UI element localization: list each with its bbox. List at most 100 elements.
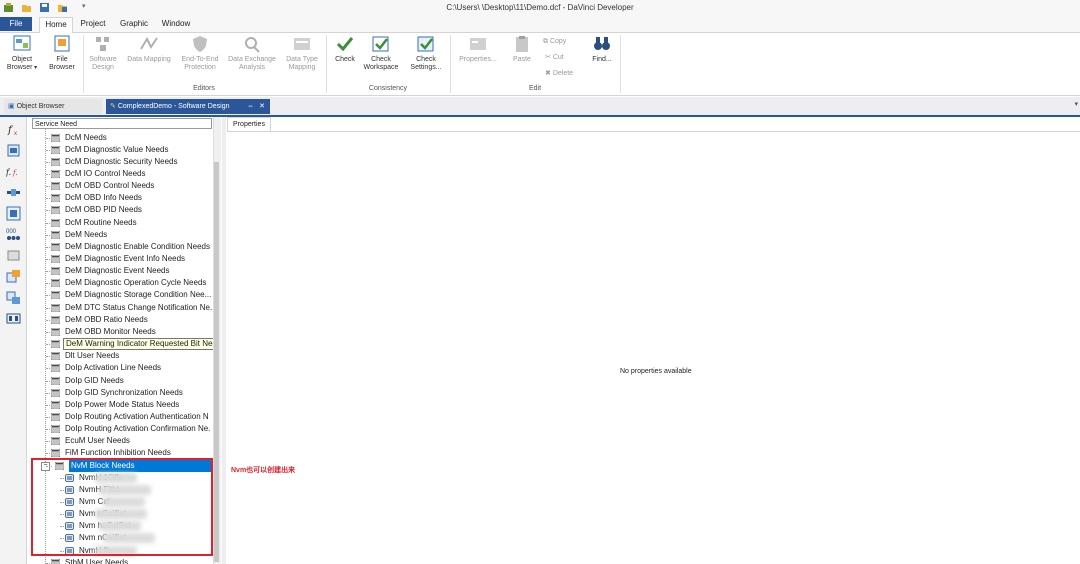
data-type-icon <box>294 38 310 50</box>
tree-item-label: DeM Diagnostic Enable Condition Needs <box>65 241 210 251</box>
ribbon-separator <box>83 35 84 93</box>
pin-icon[interactable]: ⇔ <box>247 99 254 114</box>
find-button[interactable]: Find... <box>588 35 616 64</box>
data-exchange-label-1: Data Exchange <box>228 56 276 63</box>
service-need-icon <box>51 206 60 215</box>
no-properties-message: No properties available <box>620 368 692 375</box>
connector-icon[interactable] <box>6 185 21 200</box>
module-icon[interactable] <box>6 311 21 326</box>
check-settings-icon <box>417 36 434 52</box>
interface-icon[interactable] <box>6 248 21 263</box>
object-browser-tab-icon: ▣ <box>8 103 15 110</box>
editor-toolbar: fx f. f. 000 <box>0 117 27 564</box>
data-mapping-icon <box>140 36 158 50</box>
tree-item-label: DoIp Power Mode Status Needs <box>65 399 180 409</box>
tab-file[interactable]: File <box>0 17 32 31</box>
tab-software-design[interactable]: ✎ ComplexedDemo - Software Design ⇔ ✕ <box>106 99 270 114</box>
service-icon[interactable] <box>6 269 21 284</box>
properties-button[interactable]: Properties... <box>454 35 502 64</box>
object-browser-label-1: Object <box>11 56 33 63</box>
tab-overflow-icon[interactable]: ▾ <box>1074 100 1078 108</box>
component-icon[interactable] <box>6 143 21 158</box>
close-icon[interactable]: ✕ <box>259 99 265 114</box>
tab-graphic[interactable]: Graphic <box>117 17 151 31</box>
service-need-icon <box>51 400 60 409</box>
data-type-mapping-button[interactable]: Data Type Mapping <box>282 35 322 72</box>
properties-panel: Properties No properties available <box>227 117 1080 564</box>
tree-item-label: StbM User Needs <box>65 557 129 564</box>
e2e-protection-button[interactable]: End-To-End Protection <box>178 35 222 72</box>
service-need-icon <box>51 218 60 227</box>
svg-text:000: 000 <box>6 229 17 235</box>
service-need-icon <box>51 230 60 239</box>
service-need-icon <box>51 425 60 434</box>
tree-item-label: EcuM User Needs <box>65 436 130 446</box>
check-settings-button[interactable]: Check Settings... <box>406 35 446 72</box>
software-design-button[interactable]: Software Design <box>86 35 120 72</box>
tab-window[interactable]: Window <box>159 17 193 31</box>
check-workspace-label-1: Check <box>371 56 391 63</box>
editors-group-label: Editors <box>193 85 215 92</box>
window-title: C:\Users\ \Desktop\11\Demo.dcf - DaVinci… <box>446 3 634 12</box>
software-design-tab-icon: ✎ <box>110 103 116 110</box>
function-icon[interactable]: fx <box>6 122 21 137</box>
check-icon <box>336 37 354 52</box>
tab-software-design-label: ComplexedDemo - Software Design <box>117 103 230 110</box>
tree-scrollbar-thumb[interactable] <box>214 162 219 562</box>
tab-properties[interactable]: Properties <box>227 117 271 132</box>
svg-text:f.: f. <box>6 168 11 177</box>
data-type-mapping-label-1: Data Type <box>286 56 318 63</box>
copy-button[interactable]: ⧉ Copy <box>543 38 566 46</box>
properties-button-label: Properties... <box>459 56 497 63</box>
tree-item-label: DcM Diagnostic Value Needs <box>65 144 169 154</box>
grid-icon[interactable]: 000 <box>6 227 21 242</box>
service-need-icon <box>51 169 60 178</box>
cut-button[interactable]: ✂ Cut <box>545 53 564 61</box>
svg-text:f.: f. <box>12 169 18 177</box>
panel-splitter[interactable] <box>222 117 226 564</box>
edit-group-label: Edit <box>528 85 542 92</box>
magnifier-icon <box>245 37 260 53</box>
file-browser-label-2: Browser <box>49 64 75 71</box>
service-need-icon <box>51 558 60 564</box>
tab-object-browser[interactable]: ▣ Object Browser <box>4 99 102 114</box>
data-mapping-button[interactable]: Data Mapping <box>124 35 174 64</box>
tab-project[interactable]: Project <box>77 17 109 31</box>
tree-item-label: DeM OBD Monitor Needs <box>65 326 156 336</box>
copy-label: Copy <box>549 38 567 45</box>
paste-button[interactable]: Paste <box>508 35 536 64</box>
tree-item-label: DcM Needs <box>65 132 107 142</box>
tree-item-label: DeM Diagnostic Storage Condition Nee... <box>65 290 212 300</box>
delete-button[interactable]: ✖ Delete <box>545 69 573 77</box>
service-need-icon <box>51 242 60 251</box>
data-exchange-analysis-button[interactable]: Data Exchange Analysis <box>226 35 278 72</box>
check-workspace-button[interactable]: Check Workspace <box>362 35 400 72</box>
tree-column-header[interactable]: Service Need <box>32 118 212 129</box>
tree-item-label: DeM Needs <box>65 229 108 239</box>
port-icon[interactable] <box>6 206 21 221</box>
cut-label: Cut <box>552 54 564 61</box>
file-browser-label-1: File <box>56 56 68 63</box>
shield-icon <box>193 36 207 52</box>
service-need-icon <box>51 133 60 142</box>
file-browser-button[interactable]: File Browser <box>45 35 79 72</box>
check-button[interactable]: Check <box>330 35 360 64</box>
object-browser-button[interactable]: Object Browser ▾ <box>3 35 41 72</box>
tab-home[interactable]: Home <box>39 17 73 33</box>
mapping-icon[interactable] <box>6 290 21 305</box>
binoculars-icon <box>594 37 610 50</box>
software-design-label-2: Design <box>92 64 114 71</box>
service-need-icon <box>51 437 60 446</box>
tree-item-tooltip: DeM Warning Indicator Requested Bit Need… <box>63 338 216 351</box>
tree-item-label: DoIp Activation Line Needs <box>65 363 162 373</box>
ribbon: Object Browser ▾ File Browser Software D… <box>0 33 1080 96</box>
tree-item-label: DcM IO Control Needs <box>65 168 146 178</box>
tree-item-label: DeM OBD Ratio Needs <box>65 314 148 324</box>
properties-icon <box>470 38 486 50</box>
function-call-icon[interactable]: f. f. <box>6 164 21 179</box>
object-browser-icon <box>13 35 31 51</box>
service-need-icon <box>51 182 60 191</box>
highlight-box <box>31 458 213 556</box>
service-need-icon <box>51 279 60 288</box>
check-workspace-icon <box>372 36 389 52</box>
